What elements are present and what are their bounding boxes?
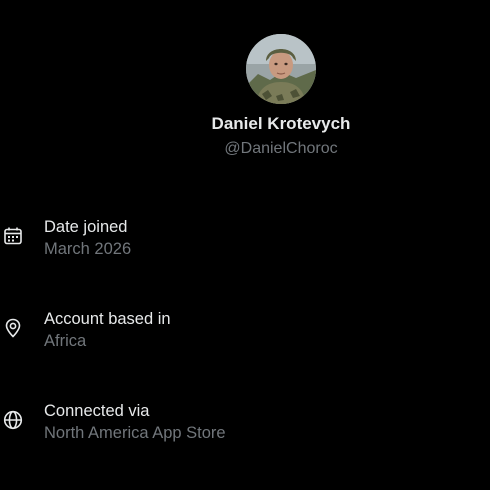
about-item-value: March 2026 [44,240,132,258]
globe-icon [3,410,23,430]
calendar-icon [4,227,22,245]
about-item-connected-via: Connected via North America App Store [0,401,490,449]
about-item-label: Date joined [44,218,128,236]
avatar[interactable] [246,34,316,104]
about-item-value: Africa [44,332,87,350]
avatar-photo [246,34,316,104]
about-item-account-based-in: Account based in Africa [0,309,490,357]
about-item-date-joined: Date joined March 2026 [0,217,490,265]
location-pin-icon [5,318,21,338]
about-item-label: Account based in [44,310,171,328]
display-name: Daniel Krotevych [211,114,351,133]
about-item-label: Connected via [44,402,150,420]
about-item-value: North America App Store [44,424,226,442]
username-handle[interactable]: @DanielChoroc [0,139,490,159]
